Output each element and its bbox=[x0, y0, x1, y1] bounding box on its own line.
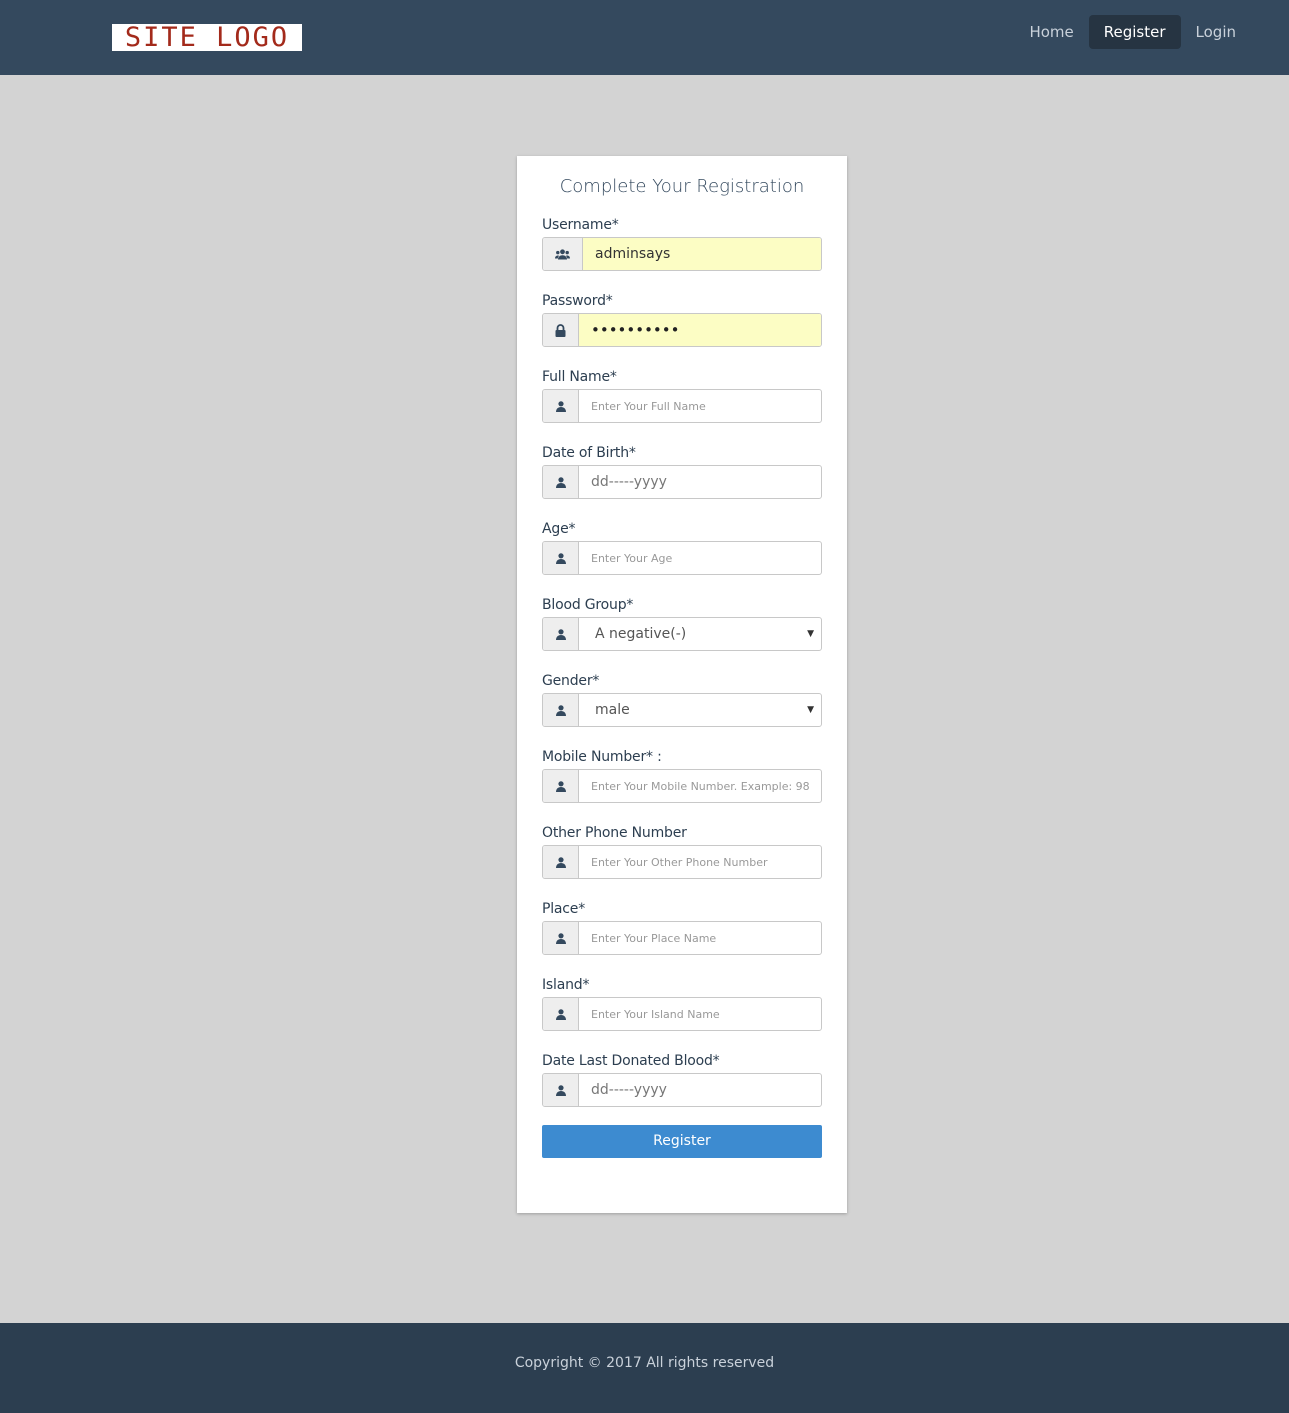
last-donated-field-group: Date Last Donated Blood* bbox=[542, 1052, 822, 1107]
nav-register-link[interactable]: Register bbox=[1088, 15, 1181, 49]
mobile-input-group bbox=[542, 769, 822, 803]
gender-input-group: male ▼ bbox=[542, 693, 822, 727]
chevron-down-icon: ▼ bbox=[807, 629, 814, 639]
user-icon bbox=[543, 770, 579, 802]
copyright-text: Copyright © 2017 All rights reserved bbox=[514, 1355, 775, 1371]
other-phone-input[interactable] bbox=[579, 846, 821, 878]
site-logo[interactable]: SITE LOGO bbox=[112, 24, 302, 51]
blood-group-label: Blood Group* bbox=[542, 597, 634, 613]
mobile-field-group: Mobile Number* : bbox=[542, 748, 822, 803]
password-label: Password* bbox=[542, 293, 613, 309]
username-label: Username* bbox=[542, 217, 619, 233]
place-input[interactable] bbox=[579, 922, 821, 954]
island-input-group bbox=[542, 997, 822, 1031]
password-input-group: •••••••••• bbox=[542, 313, 822, 347]
full-name-input[interactable] bbox=[579, 390, 821, 422]
age-input[interactable] bbox=[579, 542, 821, 574]
dob-input-group bbox=[542, 465, 822, 499]
dob-input[interactable] bbox=[579, 466, 821, 498]
island-label: Island* bbox=[542, 977, 590, 993]
place-label: Place* bbox=[542, 901, 586, 917]
user-icon bbox=[543, 694, 579, 726]
gender-select[interactable]: male ▼ bbox=[579, 694, 821, 726]
blood-group-field-group: Blood Group* A negative(-) ▼ bbox=[542, 596, 822, 651]
lock-icon bbox=[543, 314, 579, 346]
dob-field-group: Date of Birth* bbox=[542, 444, 822, 499]
register-button[interactable]: Register bbox=[542, 1125, 822, 1158]
chevron-down-icon: ▼ bbox=[807, 705, 814, 715]
other-phone-field-group: Other Phone Number bbox=[542, 824, 822, 879]
gender-selected-value: male bbox=[595, 702, 630, 718]
gender-field-group: Gender* male ▼ bbox=[542, 672, 822, 727]
user-icon bbox=[543, 466, 579, 498]
nav-login-link[interactable]: Login bbox=[1181, 15, 1251, 49]
last-donated-label: Date Last Donated Blood* bbox=[542, 1053, 720, 1069]
blood-group-select[interactable]: A negative(-) ▼ bbox=[579, 618, 821, 650]
age-input-group bbox=[542, 541, 822, 575]
other-phone-input-group bbox=[542, 845, 822, 879]
user-icon bbox=[543, 998, 579, 1030]
user-icon bbox=[543, 846, 579, 878]
full-name-field-group: Full Name* bbox=[542, 368, 822, 423]
last-donated-input[interactable] bbox=[579, 1074, 821, 1106]
user-icon bbox=[543, 542, 579, 574]
mobile-label: Mobile Number* : bbox=[542, 749, 662, 765]
place-input-group bbox=[542, 921, 822, 955]
blood-group-input-group: A negative(-) ▼ bbox=[542, 617, 822, 651]
form-title: Complete Your Registration bbox=[559, 176, 805, 197]
users-icon bbox=[543, 238, 583, 270]
password-field-group: Password* •••••••••• bbox=[542, 292, 822, 347]
full-name-input-group bbox=[542, 389, 822, 423]
username-input-group bbox=[542, 237, 822, 271]
nav-home-link[interactable]: Home bbox=[1014, 15, 1088, 49]
age-field-group: Age* bbox=[542, 520, 822, 575]
user-icon bbox=[543, 618, 579, 650]
dob-label: Date of Birth* bbox=[542, 445, 636, 461]
username-input[interactable] bbox=[583, 238, 821, 270]
username-field-group: Username* bbox=[542, 216, 822, 271]
gender-label: Gender* bbox=[542, 673, 600, 689]
island-input[interactable] bbox=[579, 998, 821, 1030]
mobile-input[interactable] bbox=[579, 770, 821, 802]
nav-menu: Home Register Login bbox=[1014, 15, 1251, 49]
blood-group-selected-value: A negative(-) bbox=[595, 626, 687, 642]
user-icon bbox=[543, 390, 579, 422]
full-name-label: Full Name* bbox=[542, 369, 617, 385]
user-icon bbox=[543, 1074, 579, 1106]
password-input[interactable]: •••••••••• bbox=[579, 314, 821, 346]
password-mask: •••••••••• bbox=[591, 321, 680, 339]
age-label: Age* bbox=[542, 521, 576, 537]
other-phone-label: Other Phone Number bbox=[542, 825, 687, 841]
user-icon bbox=[543, 922, 579, 954]
island-field-group: Island* bbox=[542, 976, 822, 1031]
last-donated-input-group bbox=[542, 1073, 822, 1107]
place-field-group: Place* bbox=[542, 900, 822, 955]
